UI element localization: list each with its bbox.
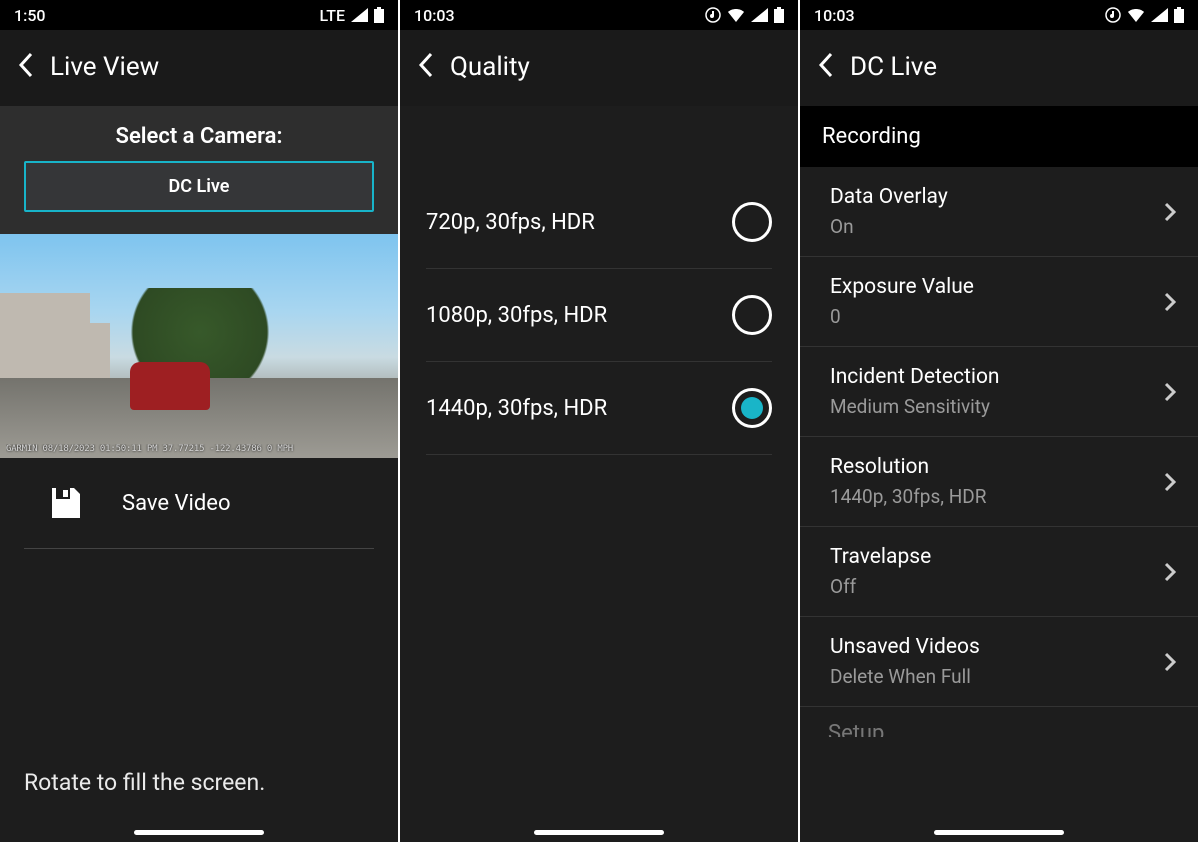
home-indicator[interactable] <box>534 830 664 835</box>
section-header-setup-partial: Setup <box>800 707 1198 737</box>
wifi-icon <box>727 8 745 22</box>
chevron-right-icon <box>1164 562 1176 582</box>
setting-incident-detection[interactable]: Incident Detection Medium Sensitivity <box>800 347 1198 437</box>
quality-option-label: 720p, 30fps, HDR <box>426 210 595 235</box>
status-time: 10:03 <box>414 6 455 25</box>
battery-icon <box>774 7 784 23</box>
back-button[interactable] <box>808 48 844 86</box>
chevron-left-icon <box>18 52 34 78</box>
setting-value: Medium Sensitivity <box>830 395 1000 418</box>
quality-options: 720p, 30fps, HDR 1080p, 30fps, HDR 1440p… <box>400 176 798 455</box>
nav-header: Quality <box>400 30 798 106</box>
screen-live-view: 1:50 LTE Live View Select a Camera: DC L… <box>0 0 400 842</box>
settings-list: Data Overlay On Exposure Value 0 Inciden… <box>800 167 1198 707</box>
wifi-icon <box>1127 8 1145 22</box>
home-indicator[interactable] <box>934 830 1064 835</box>
chevron-right-icon <box>1164 202 1176 222</box>
setting-title: Unsaved Videos <box>830 635 980 659</box>
page-title: DC Live <box>850 52 937 82</box>
nav-header: Live View <box>0 30 398 106</box>
quality-option-720p[interactable]: 720p, 30fps, HDR <box>426 176 772 269</box>
setting-unsaved-videos[interactable]: Unsaved Videos Delete When Full <box>800 617 1198 707</box>
status-right <box>1105 7 1184 23</box>
signal-icon <box>751 8 768 22</box>
select-camera-panel: Select a Camera: DC Live <box>0 106 398 234</box>
chevron-right-icon <box>1164 292 1176 312</box>
status-network: LTE <box>320 6 345 25</box>
status-bar: 1:50 LTE <box>0 0 398 30</box>
chevron-right-icon <box>1164 382 1176 402</box>
setting-value: 1440p, 30fps, HDR <box>830 485 986 508</box>
screen-quality: 10:03 Quality 720p, 30fps, HDR 1080p, 30… <box>400 0 800 842</box>
setting-value: 0 <box>830 305 974 328</box>
save-video-button[interactable]: Save Video <box>24 458 374 549</box>
setting-title: Exposure Value <box>830 275 974 299</box>
back-button[interactable] <box>8 48 44 86</box>
battery-icon <box>374 7 384 23</box>
select-camera-label: Select a Camera: <box>0 124 398 149</box>
radio-icon <box>732 295 772 335</box>
quality-option-1440p[interactable]: 1440p, 30fps, HDR <box>426 362 772 455</box>
status-bar: 10:03 <box>400 0 798 30</box>
setting-resolution[interactable]: Resolution 1440p, 30fps, HDR <box>800 437 1198 527</box>
save-icon <box>48 486 82 520</box>
setting-travelapse[interactable]: Travelapse Off <box>800 527 1198 617</box>
setting-value: Off <box>830 575 931 598</box>
quality-option-1080p[interactable]: 1080p, 30fps, HDR <box>426 269 772 362</box>
camera-select-button[interactable]: DC Live <box>24 161 374 212</box>
status-time: 10:03 <box>814 6 855 25</box>
status-bar: 10:03 <box>800 0 1198 30</box>
setting-title: Data Overlay <box>830 185 948 209</box>
status-right <box>705 7 784 23</box>
music-icon <box>705 7 721 23</box>
page-title: Quality <box>450 52 530 82</box>
section-header-recording: Recording <box>800 106 1198 167</box>
nav-header: DC Live <box>800 30 1198 106</box>
live-preview[interactable]: GARMIN 08/18/2023 01:50:11 PM 37.77215 -… <box>0 234 398 458</box>
setting-title: Travelapse <box>830 545 931 569</box>
signal-icon <box>351 8 368 22</box>
setting-value: Delete When Full <box>830 665 980 688</box>
battery-icon <box>1174 7 1184 23</box>
page-title: Live View <box>50 52 159 82</box>
back-button[interactable] <box>408 48 444 86</box>
radio-icon <box>732 202 772 242</box>
chevron-left-icon <box>418 52 434 78</box>
setting-exposure-value[interactable]: Exposure Value 0 <box>800 257 1198 347</box>
chevron-right-icon <box>1164 472 1176 492</box>
setting-title: Incident Detection <box>830 365 1000 389</box>
save-video-label: Save Video <box>122 491 231 516</box>
quality-option-label: 1440p, 30fps, HDR <box>426 396 607 421</box>
chevron-right-icon <box>1164 652 1176 672</box>
screen-dc-live: 10:03 DC Live Recording Data Overlay On … <box>800 0 1200 842</box>
preview-overlay-text: GARMIN 08/18/2023 01:50:11 PM 37.77215 -… <box>6 444 392 454</box>
home-indicator[interactable] <box>134 830 264 835</box>
radio-selected-icon <box>732 388 772 428</box>
setting-data-overlay[interactable]: Data Overlay On <box>800 167 1198 257</box>
status-time: 1:50 <box>14 6 46 25</box>
signal-icon <box>1151 8 1168 22</box>
setting-value: On <box>830 215 948 238</box>
chevron-left-icon <box>818 52 834 78</box>
music-icon <box>1105 7 1121 23</box>
setting-title: Resolution <box>830 455 986 479</box>
status-right: LTE <box>320 6 384 25</box>
quality-option-label: 1080p, 30fps, HDR <box>426 303 607 328</box>
